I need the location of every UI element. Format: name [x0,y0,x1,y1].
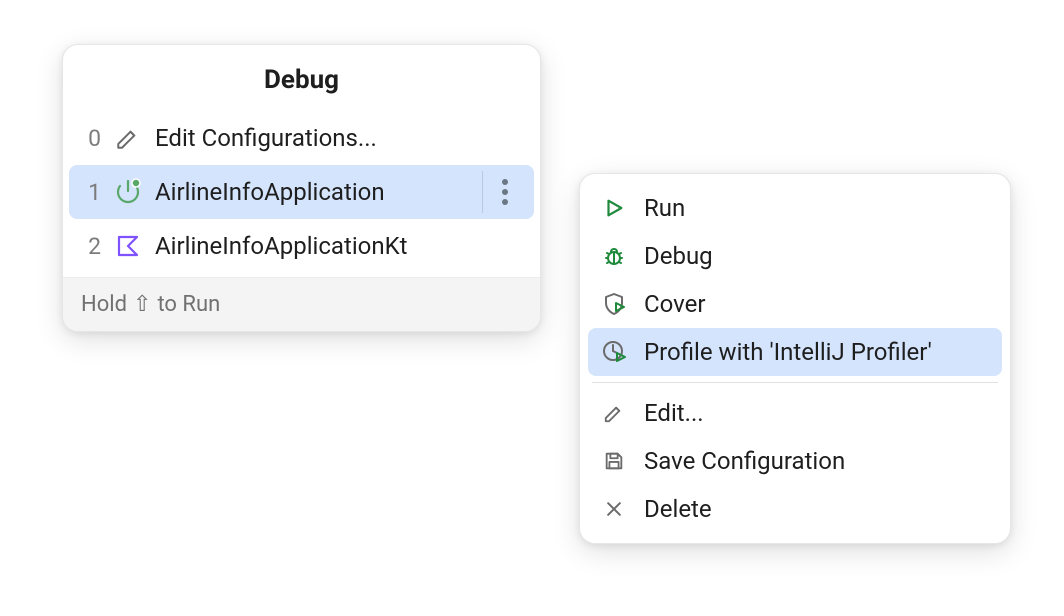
profiler-icon [600,338,628,366]
context-label: Edit... [644,399,704,427]
spring-boot-run-icon [113,177,143,207]
run-debug-config-popup: Debug 0 Edit Configurations... 1 [62,44,541,332]
pencil-icon [113,123,143,153]
run-config-context-menu: Run Debug Cover [579,173,1011,544]
row-label: Edit Configurations... [155,124,526,152]
context-label: Profile with 'IntelliJ Profiler' [644,338,932,366]
context-label: Save Configuration [644,447,845,475]
row-label: AirlineInfoApplicationKt [155,232,526,260]
context-label: Debug [644,242,713,270]
more-actions-button[interactable] [482,171,526,213]
footer-text-prefix: Hold [81,292,127,317]
context-item-profile[interactable]: Profile with 'IntelliJ Profiler' [588,328,1002,376]
context-label: Delete [644,495,712,523]
pencil-icon [600,399,628,427]
footer-text-suffix: to Run [157,292,220,317]
popup-title: Debug [63,45,540,111]
config-row-airlineinfoapplication[interactable]: 1 AirlineInfoApplication [69,165,534,219]
save-icon [600,447,628,475]
config-row-airlineinfoapplicationkt[interactable]: 2 AirlineInfoApplicationKt [69,219,534,273]
row-index: 1 [79,179,101,206]
context-label: Run [644,194,685,222]
context-item-run[interactable]: Run [588,184,1002,232]
context-item-debug[interactable]: Debug [588,232,1002,280]
context-item-edit[interactable]: Edit... [588,389,1002,437]
bug-icon [600,242,628,270]
separator [592,382,998,383]
shield-run-icon [600,290,628,318]
popup-footer-hint: Hold ⇧ to Run [63,277,540,331]
config-list: 0 Edit Configurations... 1 [63,111,540,277]
config-row-edit-configurations[interactable]: 0 Edit Configurations... [69,111,534,165]
close-icon [600,495,628,523]
context-item-cover[interactable]: Cover [588,280,1002,328]
context-label: Cover [644,290,705,318]
row-label: AirlineInfoApplication [155,178,470,206]
run-icon [600,194,628,222]
more-vertical-icon [502,189,508,195]
context-item-save-configuration[interactable]: Save Configuration [588,437,1002,485]
shift-key-icon: ⇧ [133,292,151,317]
row-index: 0 [79,125,101,152]
kotlin-icon [113,231,143,261]
context-item-delete[interactable]: Delete [588,485,1002,533]
row-index: 2 [79,233,101,260]
